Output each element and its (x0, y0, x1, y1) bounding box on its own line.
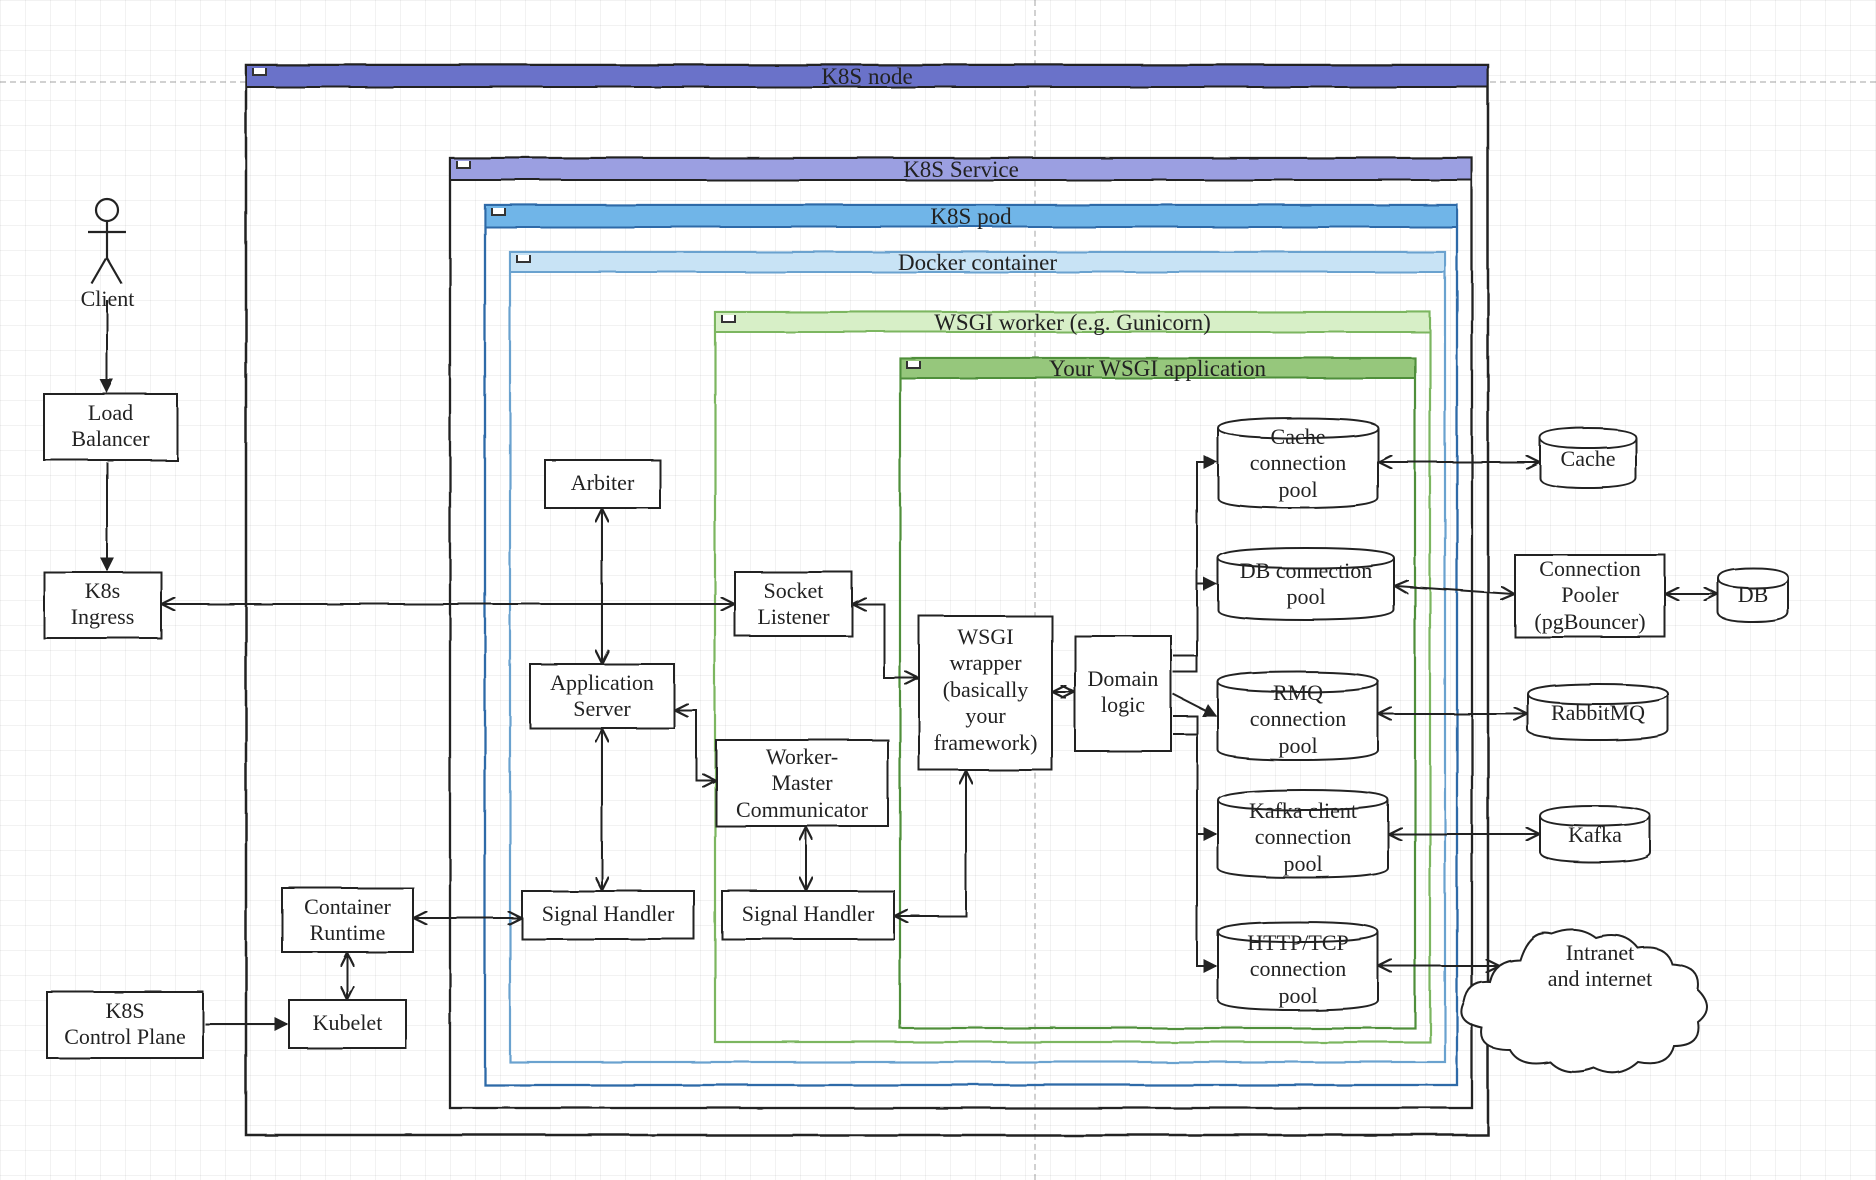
rmq-pool-label: RMQ connection pool (1218, 680, 1378, 759)
arbiter-label: Arbiter (545, 470, 660, 496)
frame-title-k8s-pod: K8S pod (485, 204, 1457, 230)
cache-pool-label: Cache connection pool (1218, 424, 1378, 503)
kafka-label: Kafka (1540, 822, 1650, 848)
worker-master-communicator-label: Worker- Master Communicator (716, 744, 888, 823)
kafka-pool-label: Kafka client connection pool (1218, 798, 1388, 877)
rabbitmq-label: RabbitMQ (1528, 700, 1668, 726)
frame-title-docker: Docker container (510, 250, 1445, 276)
cache-label: Cache (1540, 446, 1636, 472)
http-pool-label: HTTP/TCP connection pool (1218, 930, 1378, 1009)
wsgi-wrapper-label: WSGI wrapper (basically your framework) (919, 624, 1052, 756)
application-server-label: Application Server (530, 670, 674, 723)
connection-pooler-label: Connection Pooler (pgBouncer) (1515, 556, 1665, 635)
diagram-canvas: K8S node K8S Service K8S pod Docker cont… (0, 0, 1876, 1180)
container-runtime-label: Container Runtime (282, 894, 413, 947)
load-balancer-label: Load Balancer (44, 400, 177, 453)
frame-title-k8s-node: K8S node (246, 64, 1488, 90)
frame-title-k8s-service: K8S Service (450, 157, 1472, 183)
frame-title-wsgi-app: Your WSGI application (900, 356, 1415, 382)
actor-client-label: Client (70, 286, 145, 312)
kubelet-label: Kubelet (289, 1010, 406, 1036)
k8s-control-plane-label: K8S Control Plane (47, 998, 203, 1051)
domain-logic-label: Domain logic (1075, 666, 1171, 719)
db-label: DB (1718, 582, 1788, 608)
k8s-ingress-label: K8s Ingress (44, 578, 161, 631)
signal-handler-worker-label: Signal Handler (722, 901, 894, 927)
db-pool-label: DB connection pool (1218, 558, 1394, 611)
signal-handler-docker-label: Signal Handler (522, 901, 694, 927)
socket-listener-label: Socket Listener (735, 578, 852, 631)
frame-title-wsgi-worker: WSGI worker (e.g. Gunicorn) (715, 310, 1430, 336)
intranet-internet-label: Intranet and internet (1510, 940, 1690, 993)
